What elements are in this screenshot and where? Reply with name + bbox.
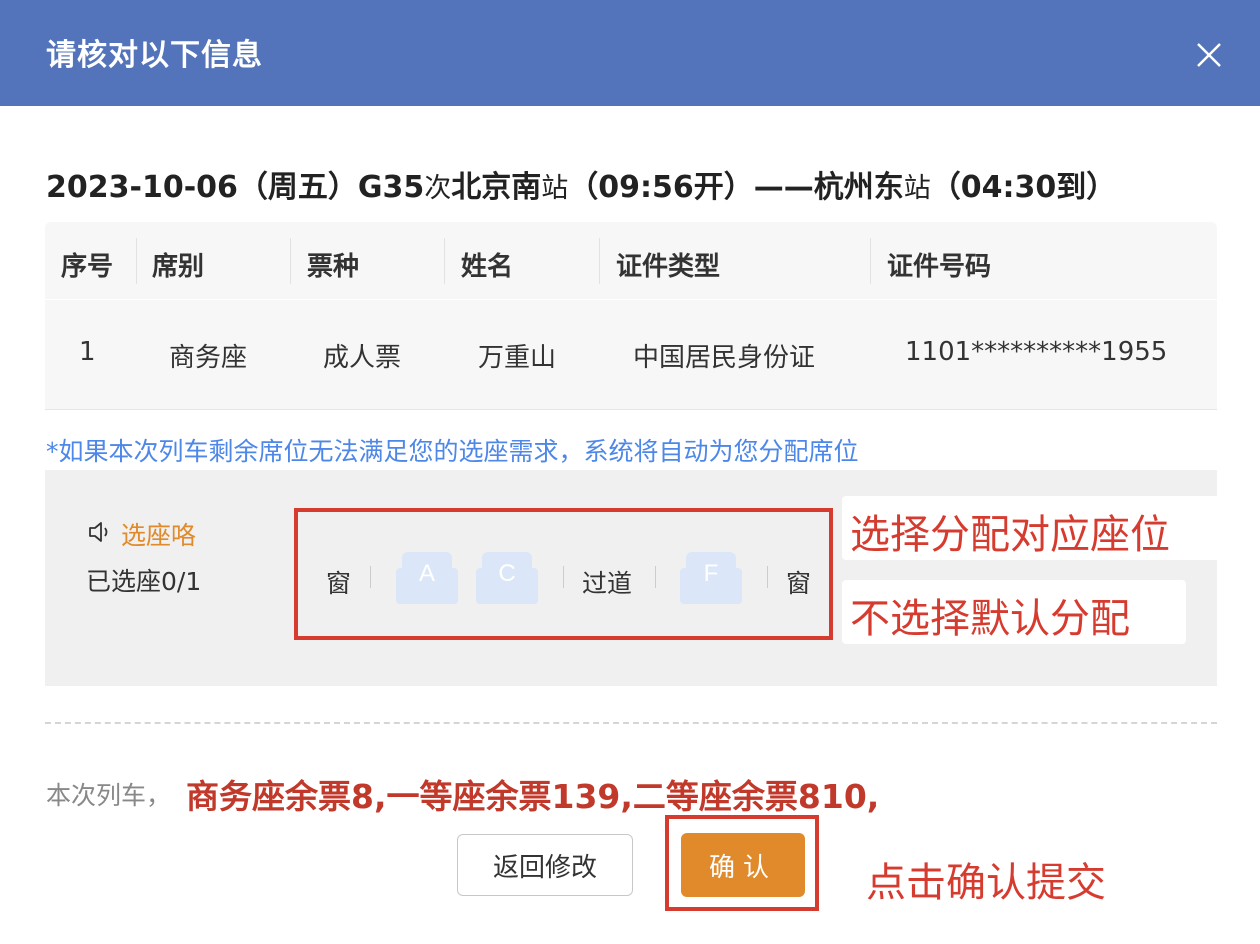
seat-a-button[interactable]: A — [396, 550, 458, 606]
window-label-left: 窗 — [326, 569, 352, 598]
seat-divider — [370, 566, 371, 588]
remaining-tickets-prefix: 本次列车， — [46, 781, 172, 810]
departure-time: （09:56开）—— — [568, 170, 814, 205]
table-header-row: 序号 席别 票种 姓名 证件类型 证件号码 — [45, 222, 1217, 300]
annotation-select-seat: 选择分配对应座位 — [842, 496, 1228, 560]
seat-letter: F — [703, 560, 719, 587]
seat-divider — [767, 566, 768, 588]
close-icon[interactable] — [1192, 38, 1226, 72]
cell-id-number: 1101**********1955 — [905, 337, 1168, 367]
col-header-id-number: 证件号码 — [887, 252, 992, 282]
arrival-station: 杭州东 — [813, 170, 904, 205]
dialog-title: 请核对以下信息 — [46, 38, 263, 73]
annotation-default-allocation: 不选择默认分配 — [842, 580, 1186, 644]
seat-c-button[interactable]: C — [476, 550, 538, 606]
cell-index: 1 — [79, 337, 96, 367]
aisle-label: 过道 — [582, 569, 633, 598]
col-header-index: 序号 — [61, 252, 114, 282]
column-divider — [136, 238, 137, 284]
seat-allocation-notice: *如果本次列车剩余席位无法满足您的选座需求，系统将自动为您分配席位 — [46, 437, 859, 466]
window-label-right: 窗 — [786, 569, 812, 598]
dialog-header: 请核对以下信息 — [0, 0, 1260, 106]
selected-seat-count: 已选座0/1 — [86, 567, 202, 596]
station-suffix: 站 — [903, 173, 931, 204]
seat-f-button[interactable]: F — [680, 550, 742, 606]
section-divider — [45, 722, 1217, 724]
cell-id-type: 中国居民身份证 — [633, 343, 816, 373]
arrival-time: （04:30到） — [930, 170, 1117, 205]
column-divider — [870, 238, 871, 284]
column-divider — [444, 238, 445, 284]
cell-ticket-type: 成人票 — [323, 343, 402, 373]
speaker-icon — [89, 522, 108, 542]
departure-station: 北京南 — [451, 170, 542, 205]
station-suffix: 站 — [541, 173, 569, 204]
seat-divider — [563, 566, 564, 588]
seat-divider — [655, 566, 656, 588]
cell-seat-class: 商务座 — [169, 343, 248, 373]
confirm-button[interactable]: 确认 — [681, 833, 805, 897]
passenger-table: 序号 席别 票种 姓名 证件类型 证件号码 1 商务座 成人票 万重山 中国居民… — [45, 222, 1217, 410]
column-divider — [599, 238, 600, 284]
seat-letter: C — [498, 560, 516, 587]
col-header-seat-class: 席别 — [152, 252, 205, 282]
train-suffix: 次 — [424, 173, 452, 204]
annotation-click-confirm: 点击确认提交 — [866, 860, 1106, 906]
col-header-id-type: 证件类型 — [616, 252, 721, 282]
cell-name: 万重山 — [478, 343, 557, 373]
trip-summary: 2023-10-06（周五）G35次北京南站（09:56开）——杭州东站（04:… — [46, 162, 1116, 206]
table-row: 1 商务座 成人票 万重山 中国居民身份证 1101**********1955 — [45, 300, 1217, 410]
seat-selection-tip[interactable]: 选座咯 — [121, 516, 196, 552]
column-divider — [290, 238, 291, 284]
col-header-ticket-type: 票种 — [307, 252, 360, 282]
trip-date: 2023-10-06（周五） — [46, 170, 358, 205]
back-modify-button[interactable]: 返回修改 — [457, 834, 633, 896]
remaining-tickets-info: 商务座余票8,一等座余票139,二等座余票810, — [186, 777, 880, 816]
col-header-name: 姓名 — [461, 252, 514, 282]
train-number: G35 — [357, 170, 425, 205]
seat-letter: A — [418, 560, 435, 587]
